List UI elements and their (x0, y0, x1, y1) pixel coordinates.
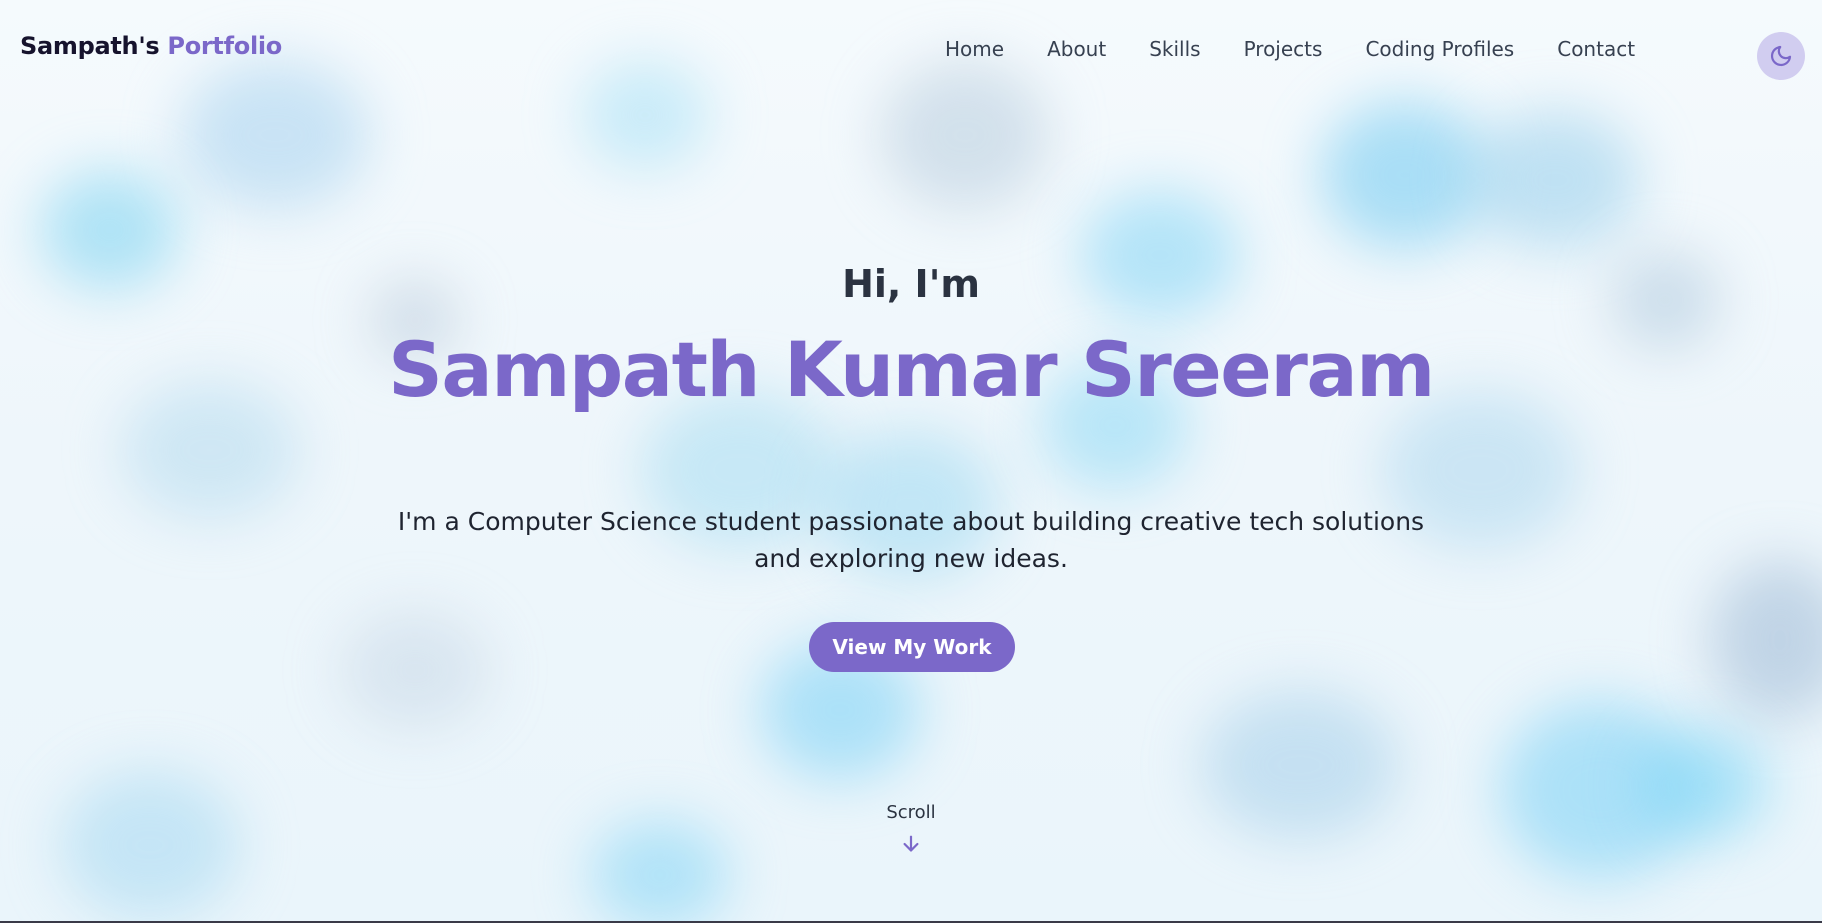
logo-accent-text: Portfolio (167, 32, 282, 60)
logo-main-text: Sampath's (20, 32, 160, 60)
background-blob (340, 610, 490, 730)
view-my-work-button[interactable]: View My Work (809, 622, 1015, 672)
hero-name: Sampath Kumar Sreeram (388, 325, 1435, 414)
navbar: Sampath's Portfolio Home About Skills Pr… (0, 2, 1822, 94)
scroll-label: Scroll (886, 802, 936, 823)
blurred-background (0, 0, 1822, 923)
background-blob (60, 770, 240, 920)
nav-link-coding-profiles[interactable]: Coding Profiles (1365, 37, 1514, 61)
hero-tagline: I'm a Computer Science student passionat… (397, 507, 1425, 573)
nav-link-home[interactable]: Home (945, 37, 1004, 61)
nav-links: Home About Skills Projects Coding Profil… (945, 37, 1635, 61)
nav-link-skills[interactable]: Skills (1149, 37, 1200, 61)
arrow-down-icon (903, 835, 919, 852)
theme-toggle-button[interactable] (1757, 32, 1805, 80)
background-blob (1200, 690, 1400, 840)
nav-link-projects[interactable]: Projects (1244, 37, 1323, 61)
site-logo[interactable]: Sampath's Portfolio (20, 32, 282, 60)
scroll-indicator[interactable]: Scroll (861, 802, 961, 855)
background-blob (1320, 100, 1490, 250)
nav-link-about[interactable]: About (1047, 37, 1106, 61)
nav-link-contact[interactable]: Contact (1557, 37, 1635, 61)
hero-greeting: Hi, I'm (842, 262, 980, 306)
moon-icon (1771, 45, 1792, 66)
background-blob (1710, 560, 1822, 720)
background-blob (1470, 110, 1640, 250)
background-blob (1640, 730, 1770, 840)
background-blob (590, 820, 730, 923)
